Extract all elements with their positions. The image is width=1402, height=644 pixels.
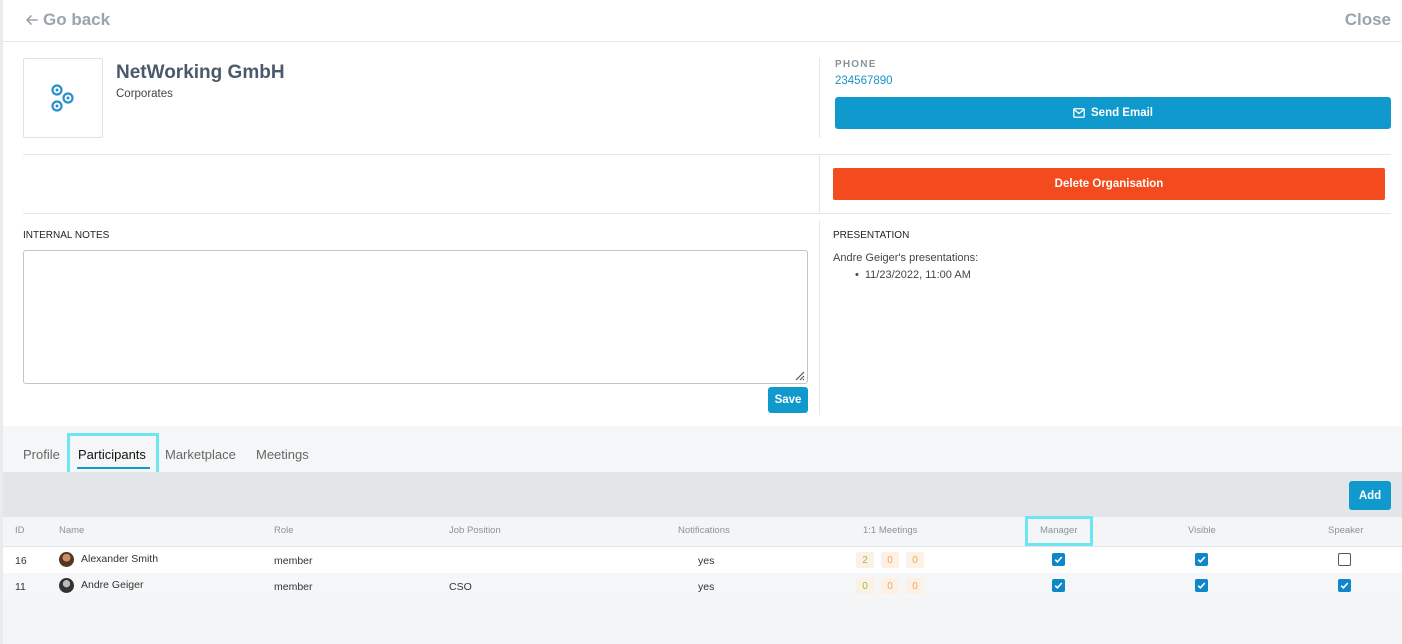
- presentation-item: • 11/23/2022, 11:00 AM: [855, 269, 971, 281]
- divider: [819, 58, 820, 138]
- cell-name[interactable]: Andre Geiger: [81, 579, 143, 591]
- cell-role: member: [274, 581, 313, 593]
- divider: [819, 220, 820, 415]
- org-name: NetWorking GmbH: [116, 62, 285, 83]
- phone-label: PHONE: [835, 59, 877, 70]
- column-header-meetings[interactable]: 1:1 Meetings: [863, 525, 917, 536]
- column-header-role[interactable]: Role: [274, 525, 294, 536]
- table-toolbar: [3, 472, 1402, 517]
- speaker-checkbox[interactable]: [1338, 579, 1351, 592]
- meetings-declined-count: 0: [906, 578, 924, 594]
- resize-grip-icon[interactable]: [793, 369, 805, 381]
- internal-notes-textarea[interactable]: [23, 250, 808, 384]
- send-email-label: Send Email: [1091, 107, 1153, 119]
- delete-organisation-button[interactable]: Delete Organisation: [833, 168, 1385, 200]
- column-header-name[interactable]: Name: [59, 525, 84, 536]
- avatar: [59, 552, 74, 567]
- manager-checkbox[interactable]: [1052, 579, 1065, 592]
- cell-id: 16: [15, 555, 27, 567]
- save-notes-button[interactable]: Save: [768, 387, 808, 413]
- arrow-left-icon: [25, 15, 38, 25]
- phone-link[interactable]: 234567890: [835, 75, 893, 87]
- column-header-notifications[interactable]: Notifications: [678, 525, 730, 536]
- divider: [23, 213, 1391, 214]
- org-logo: [23, 58, 103, 138]
- cell-id: 11: [15, 581, 26, 593]
- tab-meetings[interactable]: Meetings: [256, 447, 309, 462]
- network-logo-icon: [51, 84, 74, 112]
- manager-checkbox[interactable]: [1052, 553, 1065, 566]
- column-header-id[interactable]: ID: [15, 525, 25, 536]
- meetings-declined-count: 0: [906, 552, 924, 568]
- add-participant-button[interactable]: Add: [1349, 481, 1391, 510]
- avatar: [59, 578, 74, 593]
- checkmark-icon: [1197, 556, 1206, 563]
- meetings-accepted-count: 0: [856, 578, 874, 594]
- visible-checkbox[interactable]: [1195, 553, 1208, 566]
- table-row[interactable]: 11 Andre Geiger member CSO yes 0 0 0: [3, 573, 1402, 599]
- checkmark-icon: [1054, 556, 1063, 563]
- column-header-visible[interactable]: Visible: [1188, 525, 1216, 536]
- column-header-job-position[interactable]: Job Position: [449, 525, 501, 536]
- highlight-manager-column: [1025, 516, 1093, 546]
- checkmark-icon: [1340, 582, 1349, 589]
- cell-role: member: [274, 555, 313, 567]
- cell-notifications: yes: [698, 581, 715, 593]
- presentation-item-label: 11/23/2022, 11:00 AM: [864, 269, 971, 281]
- checkmark-icon: [1197, 582, 1206, 589]
- tab-profile[interactable]: Profile: [23, 447, 60, 462]
- go-back-label: Go back: [43, 10, 111, 29]
- send-email-button[interactable]: Send Email: [835, 97, 1391, 129]
- table-row[interactable]: 16 Alexander Smith member yes 2 0 0: [3, 547, 1402, 573]
- cell-job-position: CSO: [449, 581, 472, 593]
- meetings-pending-count: 0: [881, 552, 899, 568]
- meetings-pending-count: 0: [881, 578, 899, 594]
- envelope-icon: [1073, 108, 1085, 118]
- divider: [819, 155, 820, 213]
- tab-marketplace[interactable]: Marketplace: [165, 447, 236, 462]
- org-type: Corporates: [116, 88, 173, 100]
- speaker-checkbox[interactable]: [1338, 553, 1351, 566]
- cell-notifications: yes: [698, 555, 715, 567]
- visible-checkbox[interactable]: [1195, 579, 1208, 592]
- presentation-label: PRESENTATION: [833, 230, 910, 241]
- top-bar: Go back Close: [3, 0, 1402, 42]
- column-header-speaker[interactable]: Speaker: [1328, 525, 1363, 536]
- cell-name[interactable]: Alexander Smith: [81, 553, 158, 565]
- bullet-icon: •: [855, 269, 859, 281]
- presentation-text: Andre Geiger's presentations:: [833, 252, 979, 264]
- internal-notes-label: INTERNAL NOTES: [23, 230, 110, 241]
- table-footer-area: [3, 598, 1402, 644]
- checkmark-icon: [1054, 582, 1063, 589]
- go-back-button[interactable]: Go back: [25, 10, 110, 30]
- divider: [23, 154, 1391, 155]
- meetings-accepted-count: 2: [856, 552, 874, 568]
- close-button[interactable]: Close: [1345, 10, 1391, 30]
